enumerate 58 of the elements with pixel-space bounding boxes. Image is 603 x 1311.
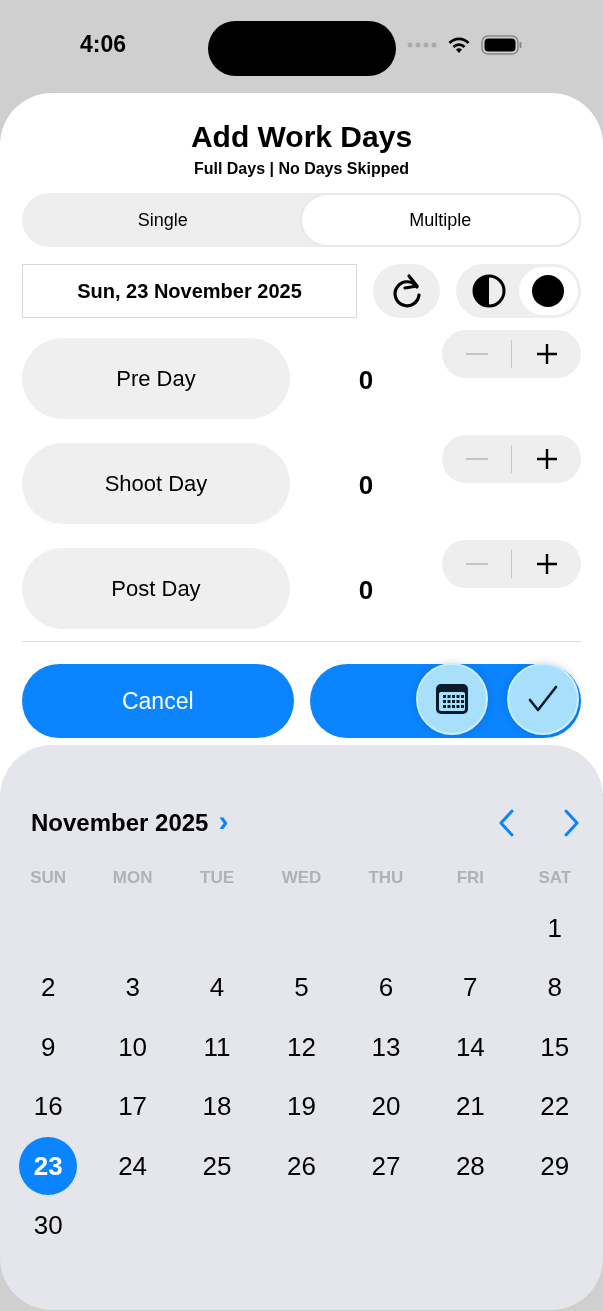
sheet-subtitle: Full Days | No Days Skipped	[192, 159, 411, 179]
plus-icon	[535, 343, 558, 365]
calendar-day[interactable]: 15	[525, 1018, 584, 1077]
day-type-button[interactable]: Post Day	[22, 548, 290, 629]
day-type-button[interactable]: Pre Day	[22, 338, 290, 419]
chevron-right-icon	[564, 809, 580, 837]
calendar-day[interactable]: 18	[188, 1077, 247, 1136]
calendar-day[interactable]: 21	[441, 1077, 500, 1136]
status-time: 4:06	[80, 30, 128, 60]
day-count: 0	[357, 364, 375, 397]
calendar-day[interactable]: 29	[525, 1137, 584, 1196]
calendar-day[interactable]: 12	[272, 1018, 331, 1077]
calendar-day[interactable]: 28	[441, 1137, 500, 1196]
calendar-day[interactable]: 13	[356, 1018, 415, 1077]
sheet-title: Add Work Days	[189, 119, 414, 155]
day-type-button[interactable]: Shoot Day	[22, 443, 290, 524]
calendar-day[interactable]: 14	[441, 1018, 500, 1077]
calendar-day[interactable]: 17	[103, 1077, 162, 1136]
calendar-day[interactable]: 9	[19, 1018, 78, 1077]
calendar-day[interactable]: 5	[272, 958, 331, 1017]
battery-icon	[481, 34, 523, 55]
calendar-day[interactable]: 26	[272, 1137, 331, 1196]
calendar-day[interactable]: 10	[103, 1018, 162, 1077]
calendar-day[interactable]: 2	[19, 958, 78, 1017]
calendar-day[interactable]: 8	[525, 958, 584, 1017]
calendar-icon	[435, 683, 469, 715]
wifi-icon	[447, 35, 471, 54]
mode-tab[interactable]: Multiple	[301, 195, 579, 245]
calendar-day[interactable]: 27	[356, 1137, 415, 1196]
mode-tab[interactable]: Single	[24, 195, 302, 245]
appearance-option[interactable]	[518, 267, 578, 315]
calendar-day[interactable]: 20	[356, 1077, 415, 1136]
calendar-day[interactable]: 7	[441, 958, 500, 1017]
filled-circle-icon	[531, 274, 566, 308]
calendar-day[interactable]: 24	[103, 1137, 162, 1196]
calendar-day[interactable]: 3	[103, 958, 162, 1017]
day-count: 0	[357, 469, 375, 502]
contrast-icon	[471, 274, 506, 308]
calendar-day[interactable]: 6	[356, 958, 415, 1017]
checkmark-icon	[528, 685, 558, 713]
reset-button[interactable]	[373, 264, 440, 318]
calendar-day[interactable]: 19	[272, 1077, 331, 1136]
month-year-button[interactable]: November 2025 ›	[31, 805, 229, 841]
plus-icon	[535, 553, 558, 575]
calendar-day[interactable]: 16	[19, 1077, 78, 1136]
signal-icon	[407, 41, 437, 48]
calendar-day[interactable]: 4	[188, 958, 247, 1017]
chevron-left-icon	[498, 809, 514, 837]
calendar-day[interactable]: 25	[188, 1137, 247, 1196]
calendar-day[interactable]: 22	[525, 1077, 584, 1136]
calendar-day[interactable]: 23	[19, 1137, 78, 1196]
date-field[interactable]: Sun, 23 November 2025	[22, 264, 357, 318]
cancel-button[interactable]: Cancel	[22, 664, 294, 738]
plus-icon	[535, 448, 558, 470]
calendar-day[interactable]: 11	[188, 1018, 247, 1077]
day-count: 0	[357, 574, 375, 607]
calendar-day[interactable]: 1	[525, 899, 584, 958]
calendar-day[interactable]: 30	[19, 1196, 78, 1255]
